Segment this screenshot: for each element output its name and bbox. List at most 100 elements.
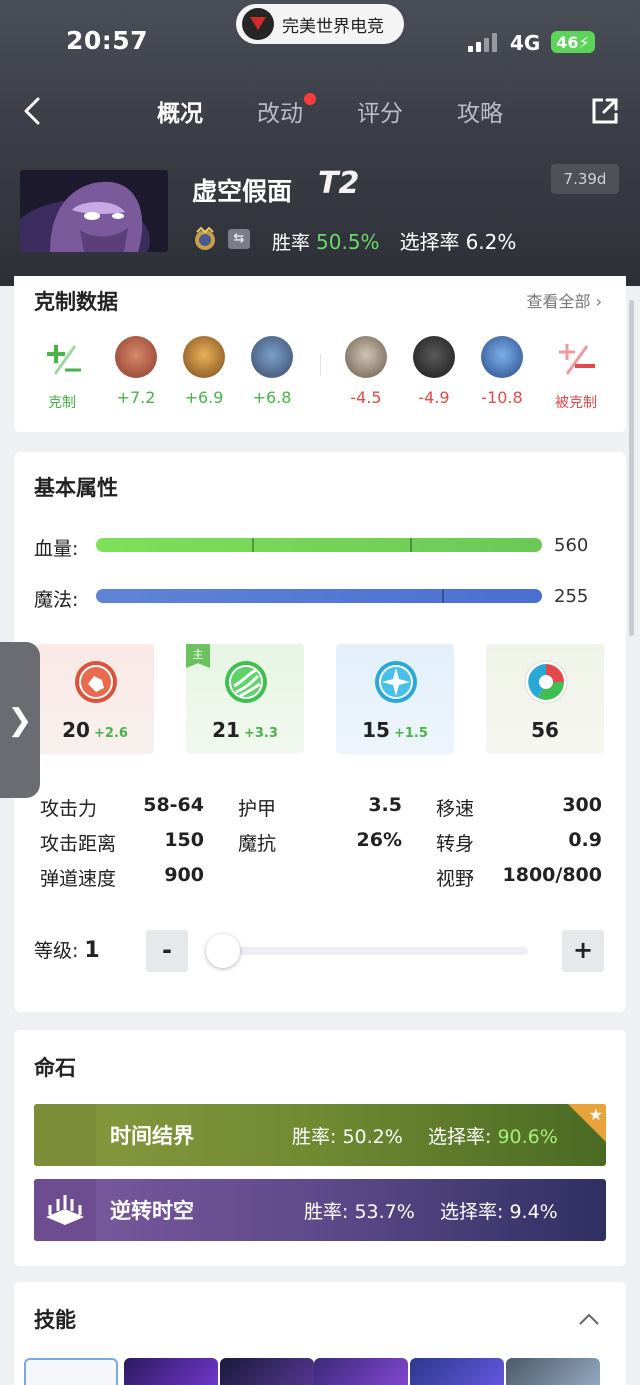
chevron-right-icon: ❯ [7,702,33,738]
new-dot-badge [304,93,316,105]
hero-icon-2 [183,336,225,378]
battery-level: 46 [556,32,579,52]
scrollbar[interactable] [629,300,634,636]
facets-card: 命石 时间结界 胜率: 50.2% 选择率: 90.6% ★ 逆转时空 胜率: … [14,1030,626,1266]
hero-icon-5 [413,336,455,378]
hero-name: 虚空假面 [192,177,293,206]
chevron-up-icon[interactable] [578,1312,600,1326]
stats-row: 弹道速度 900 视野 1800/800 [40,864,610,899]
intelligence-icon [375,661,417,703]
skills-title: 技能 [34,1308,76,1332]
counter-hero[interactable]: +6.8 [242,336,302,407]
hp-label: 血量: [34,538,79,560]
see-all-link[interactable]: 查看全部 › [527,288,603,312]
agility-icon [225,661,267,703]
countered-label: 被克制 [555,395,597,411]
stat-key: 弹道速度 [40,868,117,890]
hero-rates: 胜率 50.5% 选择率 6.2% [272,226,516,255]
countered-value: -4.5 [350,388,382,407]
primary-attribute-tag: 主 [186,644,210,668]
counter-row: 克制 +7.2 +6.9 +6.8 -4.5 -4.9 -10.8 被克制 [14,336,626,416]
hero-header: 20:57 完美世界电竞 4G 46 ⚡ 概况 改动 评分 攻略 虚空假面 T2 … [0,0,640,286]
nav-tabs: 概况 改动 评分 攻略 [130,93,530,128]
countered-hero[interactable]: -10.8 [472,336,532,407]
stats-grid: 攻击力 58-64 护甲 3.5 移速 300 攻击距离 150 魔抗 26% … [40,794,610,899]
tab-overview[interactable]: 概况 [130,94,230,128]
stat-value: 1800/800 [502,864,602,886]
facet-pick-rate: 选择率: 9.4% [440,1201,558,1223]
intelligence-value: 15 +1.5 [362,718,428,742]
agility-value: 21 +3.3 [212,718,278,742]
universal-box[interactable]: 56 [486,644,604,754]
stat-value: 3.5 [368,794,402,816]
rank-medal-icon [195,226,215,250]
hero-tier: T2 [318,166,360,201]
stat-key: 移速 [436,798,475,820]
network-type: 4G [510,31,541,55]
stats-row: 攻击力 58-64 护甲 3.5 移速 300 [40,794,610,829]
agility-box[interactable]: 主 21 +3.3 [186,644,304,754]
app-name: 完美世界电竞 [282,16,384,37]
status-time: 20:57 [66,26,149,55]
facet-pick-rate: 选择率: 90.6% [428,1126,558,1148]
tab-changes[interactable]: 改动 [230,93,330,128]
share-icon[interactable] [590,96,620,126]
facet-name: 逆转时空 [110,1199,194,1223]
swap-icon[interactable]: ⇆ [228,229,250,249]
back-arrow-icon[interactable] [20,96,50,126]
level-increase-button[interactable]: + [562,930,604,972]
chronosphere-icon [34,1179,96,1241]
hero-portrait[interactable] [20,170,168,252]
facet-item[interactable]: 逆转时空 胜率: 53.7% 选择率: 9.4% [34,1179,606,1241]
intelligence-box[interactable]: 15 +1.5 [336,644,454,754]
skill-icon[interactable] [410,1358,504,1385]
strength-box[interactable]: 20 +2.6 [36,644,154,754]
stat-key: 转身 [436,833,475,855]
skill-icon[interactable] [314,1358,408,1385]
countered-hero[interactable]: -4.9 [404,336,464,407]
side-drawer-handle[interactable]: ❯ [0,642,40,798]
skill-icon[interactable] [506,1358,600,1385]
universal-icon [524,660,568,704]
level-slider-track[interactable] [208,947,528,955]
hourglass-icon [34,1104,96,1166]
skill-icon[interactable] [24,1358,118,1385]
counter-hero[interactable]: +6.9 [174,336,234,407]
level-decrease-button[interactable]: - [146,930,188,972]
skill-icon[interactable] [124,1358,218,1385]
stats-row: 攻击距离 150 魔抗 26% 转身 0.9 [40,829,610,864]
level-slider-knob[interactable] [206,934,240,968]
stat-key: 护甲 [238,798,277,820]
hero-icon-6 [481,336,523,378]
signal-icon [468,32,497,52]
facet-item[interactable]: 时间结界 胜率: 50.2% 选择率: 90.6% ★ [34,1104,606,1166]
strength-icon [75,661,117,703]
tab-guide[interactable]: 攻略 [430,94,530,128]
plus-minus-green-icon [47,345,81,375]
counter-label: 克制 [48,395,76,411]
facet-win-rate: 胜率: 50.2% [292,1126,403,1148]
facet-name: 时间结界 [110,1124,194,1148]
counter-hero[interactable]: +7.2 [106,336,166,407]
patch-version[interactable]: 7.39d [551,164,619,194]
tab-changes-label: 改动 [257,101,303,127]
app-return-pill[interactable]: 完美世界电竞 [236,4,404,44]
mana-bar [96,589,542,603]
mana-value: 255 [554,586,589,607]
see-all-label: 查看全部 [526,292,591,311]
tab-rating[interactable]: 评分 [330,94,430,128]
universal-value: 56 [531,718,559,742]
stat-value: 0.9 [568,829,602,851]
countered-hero[interactable]: -4.5 [336,336,396,407]
stat-key: 攻击力 [40,798,98,820]
mana-label: 魔法: [34,589,79,611]
stat-key: 魔抗 [238,833,277,855]
stat-value: 300 [562,794,602,816]
level-label: 等级: 1 [34,938,100,963]
skill-icon[interactable] [220,1358,314,1385]
stat-key: 视野 [436,868,475,890]
win-rate-value: 50.5% [316,230,380,254]
plus-minus-red-icon [559,344,595,375]
app-logo-icon [242,8,274,40]
attributes-title: 基本属性 [34,476,118,500]
